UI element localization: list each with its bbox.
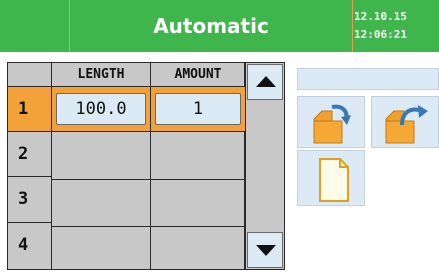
row-number-2[interactable]: 2 [8,132,51,176]
new-file-button[interactable] [297,150,365,206]
grid-line [51,226,245,227]
info-bar [297,68,439,90]
date-text: 12.10.15 [354,10,407,23]
job-table: LENGTH AMOUNT 1 100.0 1 2 3 4 [7,62,245,270]
datetime-display: 12.10.15 12:06:21 [354,8,439,44]
header-left-cell [0,0,70,52]
column-header-amount: AMOUNT [174,67,222,82]
scroll-down-button[interactable] [247,232,283,268]
amount-cell-row-1[interactable]: 1 [155,93,241,125]
column-header-length: LENGTH [77,67,125,82]
length-cell-row-1[interactable]: 100.0 [56,93,146,125]
table-scrollbar[interactable] [245,62,285,270]
time-text: 12:06:21 [354,28,407,41]
new-document-icon [319,158,349,202]
folder-save-arrow-icon [385,105,428,144]
page-title: Automatic [153,14,269,38]
row-number-4[interactable]: 4 [8,223,51,267]
triangle-up-icon [256,76,276,87]
triangle-down-icon [256,245,276,256]
row-number-3[interactable]: 3 [8,177,51,221]
grid-line [51,63,52,269]
grid-line [150,63,151,269]
row-number-1[interactable]: 1 [8,87,51,131]
folder-open-arrow-icon [313,104,351,144]
save-file-button[interactable] [371,96,439,148]
scroll-up-button[interactable] [247,64,283,100]
header-bar: Automatic 12.10.15 12:06:21 [0,0,439,52]
open-file-button[interactable] [297,96,365,148]
grid-line [51,179,245,180]
